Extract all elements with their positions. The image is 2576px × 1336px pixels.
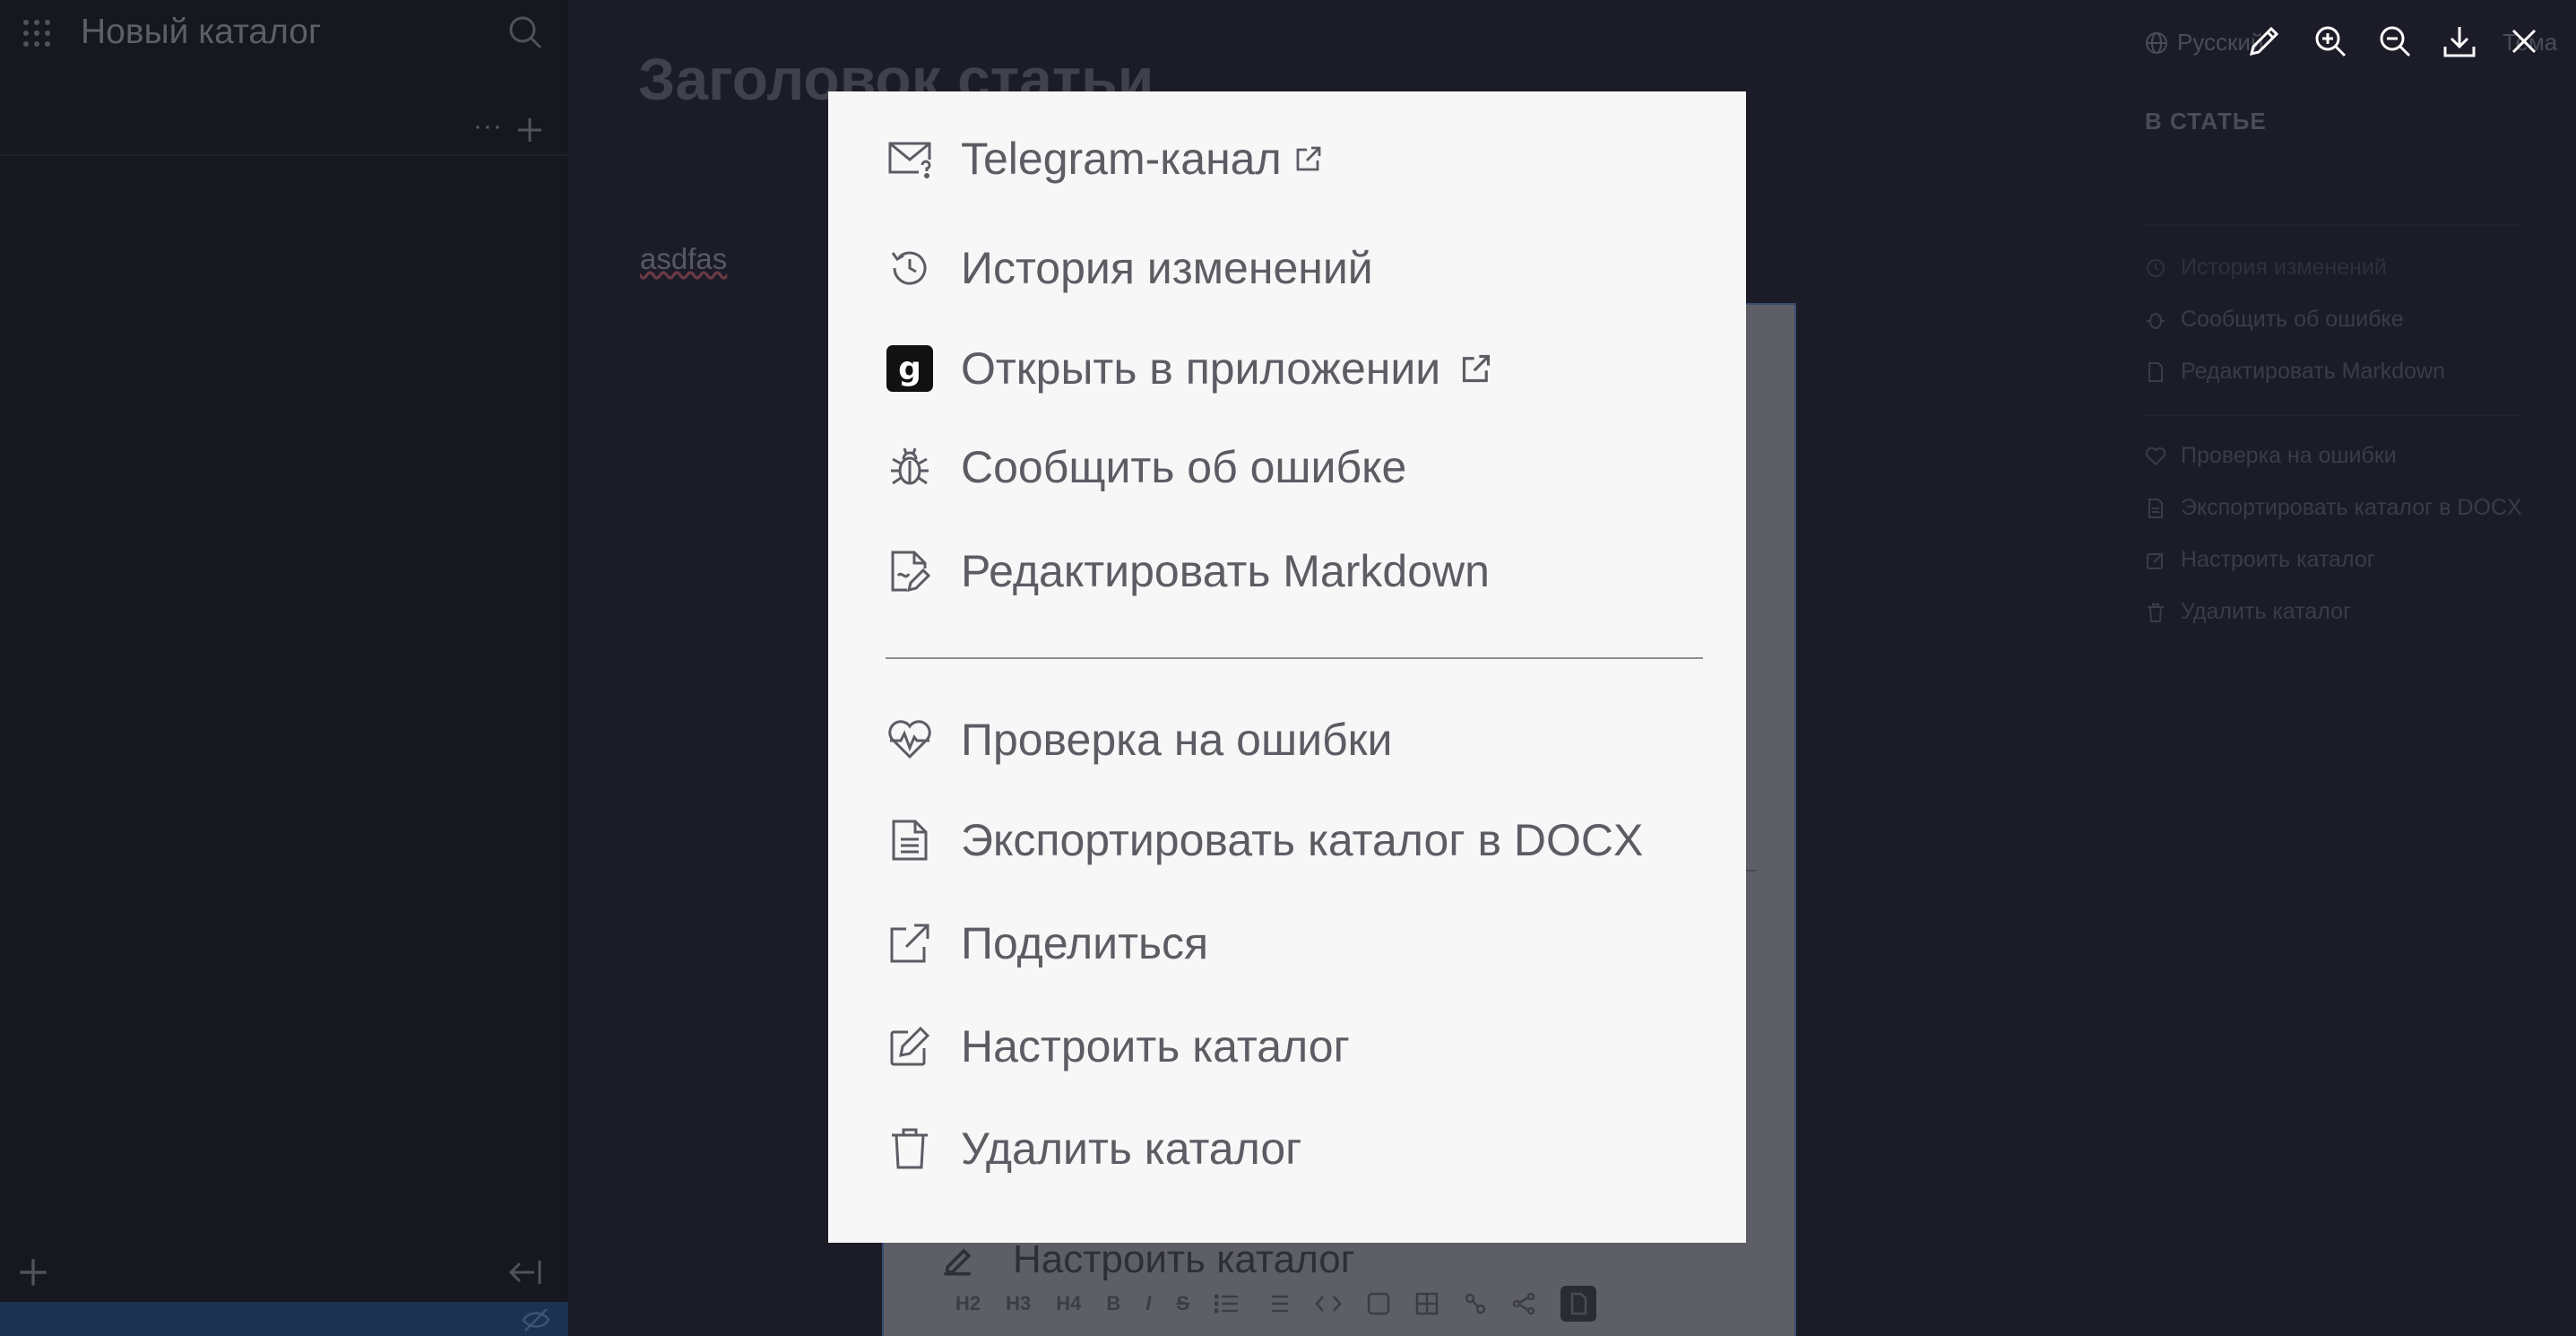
rp-edit-markdown-label: Редактировать Markdown bbox=[2181, 359, 2445, 384]
external-link-icon bbox=[1460, 352, 1492, 385]
menu-item-configure-catalog-label: Настроить каталог bbox=[961, 1021, 1350, 1071]
edit-icon bbox=[2145, 550, 2166, 571]
mail-question-icon bbox=[886, 134, 934, 183]
heading4-button[interactable]: H4 bbox=[1056, 1292, 1081, 1315]
background-menu-item: Настроить каталог bbox=[1013, 1237, 1355, 1281]
status-bar bbox=[0, 1302, 568, 1336]
close-icon[interactable] bbox=[2506, 23, 2542, 59]
rp-configure-catalog[interactable]: Настроить каталог bbox=[2145, 547, 2375, 573]
rp-delete-catalog[interactable]: Удалить каталог bbox=[2145, 599, 2351, 625]
edit-icon bbox=[886, 1022, 934, 1071]
rp-check-errors-label: Проверка на ошибки bbox=[2181, 443, 2397, 468]
markdown-edit-icon bbox=[2145, 361, 2166, 383]
add-article-icon[interactable] bbox=[516, 117, 543, 143]
download-icon[interactable] bbox=[2442, 23, 2477, 59]
note-icon[interactable] bbox=[1367, 1292, 1390, 1315]
sidebar-toolbar: ··· bbox=[0, 108, 568, 156]
share-icon[interactable] bbox=[1512, 1292, 1535, 1315]
rp-history-label: История изменений bbox=[2181, 255, 2387, 280]
bug-icon bbox=[2145, 309, 2166, 331]
rp-configure-catalog-label: Настроить каталог bbox=[2181, 547, 2375, 572]
history-icon bbox=[2145, 257, 2166, 279]
heading3-button[interactable]: H3 bbox=[1006, 1292, 1031, 1315]
sidebar-header: Новый каталог bbox=[0, 0, 568, 67]
trash-icon bbox=[886, 1124, 934, 1173]
heart-pulse-icon bbox=[2145, 446, 2166, 467]
document-icon bbox=[886, 816, 934, 864]
article-text[interactable]: asdfas bbox=[640, 242, 727, 276]
menu-item-export-docx[interactable]: Экспортировать каталог в DOCX bbox=[886, 809, 1643, 872]
share-icon bbox=[886, 919, 934, 967]
bug-icon bbox=[886, 443, 934, 491]
rp-report-bug[interactable]: Сообщить об ошибке bbox=[2145, 307, 2404, 333]
catalog-title[interactable]: Новый каталог bbox=[81, 13, 321, 52]
bold-button[interactable]: B bbox=[1106, 1292, 1120, 1315]
editor-toolbar: H2 H3 H4 B I S bbox=[936, 1279, 1733, 1329]
menu-item-open-in-app-label: Открыть в приложении bbox=[961, 343, 1441, 394]
menu-item-telegram-label: Telegram-канал bbox=[961, 134, 1282, 184]
markdown-edit-icon bbox=[886, 547, 934, 595]
gramax-logo-icon: g bbox=[886, 344, 934, 393]
file-icon[interactable] bbox=[1560, 1286, 1597, 1322]
add-icon[interactable] bbox=[18, 1257, 48, 1288]
menu-item-edit-markdown-label: Редактировать Markdown bbox=[961, 546, 1490, 596]
menu-divider bbox=[886, 657, 1703, 659]
history-icon bbox=[886, 244, 934, 292]
menu-item-configure-catalog[interactable]: Настроить каталог bbox=[886, 1015, 1350, 1078]
rp-export-docx-label: Экспортировать каталог в DOCX bbox=[2181, 495, 2522, 520]
document-icon bbox=[2145, 498, 2166, 519]
heading2-button[interactable]: H2 bbox=[955, 1292, 981, 1315]
table-icon[interactable] bbox=[1415, 1292, 1439, 1315]
menu-item-check-errors[interactable]: Проверка на ошибки bbox=[886, 708, 1392, 771]
pencil-icon[interactable] bbox=[2246, 23, 2282, 59]
divider bbox=[2145, 224, 2521, 226]
rp-report-bug-label: Сообщить об ошибке bbox=[2181, 307, 2404, 332]
divider bbox=[2145, 414, 2521, 416]
zoom-out-icon[interactable] bbox=[2377, 23, 2413, 59]
heart-pulse-icon bbox=[886, 716, 934, 764]
eye-off-icon[interactable] bbox=[522, 1307, 550, 1332]
in-article-heading: В СТАТЬЕ bbox=[2145, 108, 2267, 134]
menu-item-telegram[interactable]: Telegram-канал bbox=[886, 127, 1323, 190]
search-icon[interactable] bbox=[507, 14, 543, 50]
trash-icon bbox=[2145, 602, 2166, 623]
menu-item-check-errors-label: Проверка на ошибки bbox=[961, 715, 1393, 765]
menu-item-share-label: Поделиться bbox=[961, 918, 1209, 968]
menu-item-report-bug-label: Сообщить об ошибке bbox=[961, 442, 1407, 492]
rp-export-docx[interactable]: Экспортировать каталог в DOCX bbox=[2145, 495, 2522, 521]
ordered-list-icon[interactable] bbox=[1265, 1293, 1290, 1314]
menu-item-delete-catalog-label: Удалить каталог bbox=[961, 1123, 1302, 1174]
menu-item-history[interactable]: История изменений bbox=[886, 237, 1373, 299]
more-icon[interactable]: ··· bbox=[473, 111, 503, 142]
edit-icon bbox=[938, 1241, 977, 1280]
rp-delete-catalog-label: Удалить каталог bbox=[2181, 599, 2352, 624]
zoom-in-icon[interactable] bbox=[2312, 23, 2348, 59]
menu-item-open-in-app[interactable]: g Открыть в приложении bbox=[886, 337, 1492, 400]
strikethrough-button[interactable]: S bbox=[1176, 1292, 1189, 1315]
rp-edit-markdown[interactable]: Редактировать Markdown bbox=[2145, 359, 2445, 385]
menu-item-report-bug[interactable]: Сообщить об ошибке bbox=[886, 436, 1406, 499]
rp-check-errors[interactable]: Проверка на ошибки bbox=[2145, 443, 2397, 469]
menu-item-history-label: История изменений bbox=[961, 243, 1373, 293]
diagram-icon[interactable] bbox=[1464, 1292, 1487, 1315]
menu-item-export-docx-label: Экспортировать каталог в DOCX bbox=[961, 815, 1644, 865]
menu-item-delete-catalog[interactable]: Удалить каталог bbox=[886, 1117, 1301, 1180]
external-link-icon bbox=[1294, 144, 1323, 173]
globe-icon bbox=[2145, 31, 2168, 55]
apps-grid-icon[interactable] bbox=[22, 18, 52, 48]
rp-history[interactable]: История изменений bbox=[2145, 255, 2387, 281]
actions-menu: Telegram-канал История изменений g Откры… bbox=[828, 91, 1746, 1243]
menu-item-share[interactable]: Поделиться bbox=[886, 912, 1208, 975]
bullet-list-icon[interactable] bbox=[1215, 1293, 1240, 1314]
sidebar: Новый каталог ··· bbox=[0, 0, 568, 1336]
italic-button[interactable]: I bbox=[1145, 1292, 1151, 1315]
menu-item-edit-markdown[interactable]: Редактировать Markdown bbox=[886, 540, 1490, 603]
collapse-sidebar-icon[interactable] bbox=[507, 1257, 543, 1288]
code-icon[interactable] bbox=[1315, 1293, 1342, 1314]
